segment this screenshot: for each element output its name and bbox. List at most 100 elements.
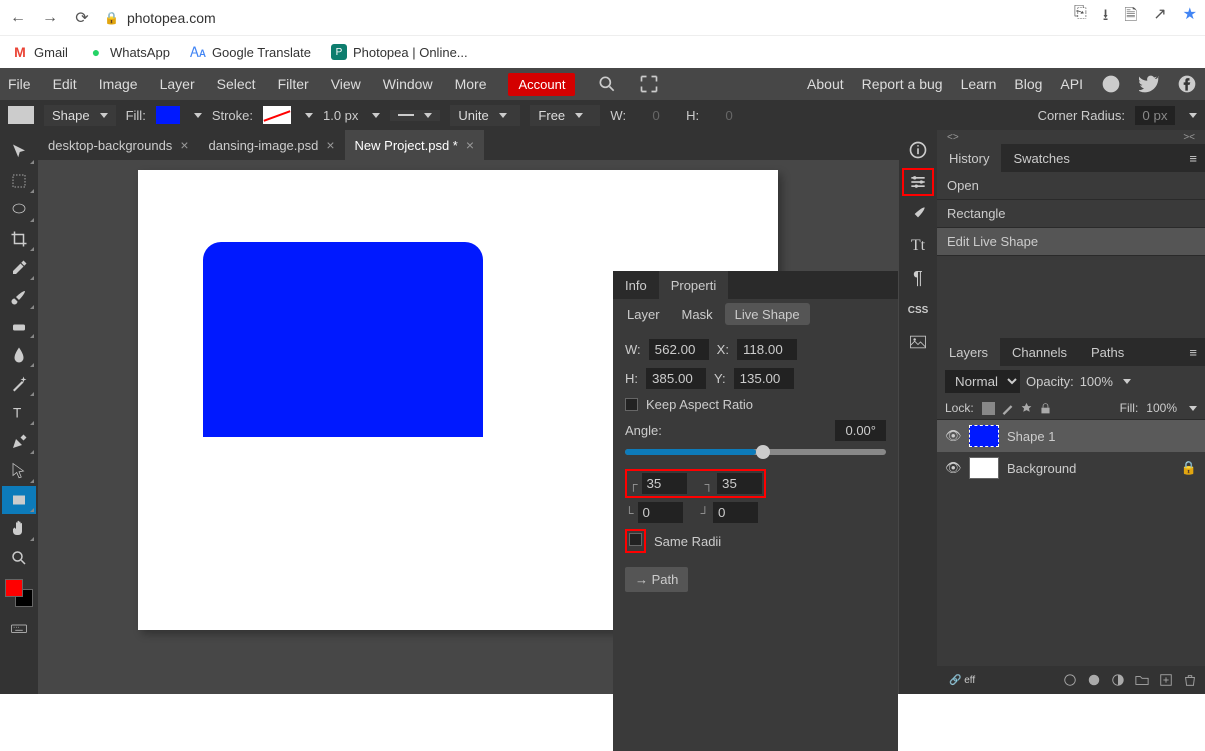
radius-bl-input[interactable]	[638, 502, 683, 523]
tab-desktop-backgrounds[interactable]: desktop-backgrounds×	[38, 130, 199, 160]
menu-view[interactable]: View	[331, 76, 361, 92]
tab-properties[interactable]: Properti	[659, 271, 729, 299]
shape-mode-select[interactable]: Shape	[44, 105, 116, 126]
layer-background[interactable]: 👁 Background 🔒	[937, 452, 1205, 484]
fullscreen-icon[interactable]	[639, 74, 659, 94]
close-icon[interactable]: ×	[326, 137, 334, 153]
keyboard-icon[interactable]	[2, 614, 36, 642]
angle-value[interactable]: 0.00°	[835, 420, 886, 441]
pen-tool[interactable]	[2, 428, 36, 456]
eyedropper-tool[interactable]	[2, 254, 36, 282]
keep-ratio-checkbox[interactable]	[625, 398, 638, 411]
image-panel-icon[interactable]	[902, 328, 934, 356]
panel-menu-icon[interactable]: ≡	[1181, 151, 1205, 166]
foreground-color-swatch[interactable]	[5, 579, 23, 597]
bookmark-translate[interactable]: 🗛Google Translate	[190, 44, 311, 60]
wand-tool[interactable]	[2, 370, 36, 398]
combine-select[interactable]: Unite	[450, 105, 520, 126]
subtab-live-shape[interactable]: Live Shape	[725, 303, 810, 325]
fill-value[interactable]: 100%	[1146, 401, 1177, 415]
delete-icon[interactable]	[1183, 673, 1197, 687]
bookmark-photopea[interactable]: PPhotopea | Online...	[331, 44, 468, 60]
lock-pixels-icon[interactable]	[1001, 402, 1014, 415]
tab-new-project[interactable]: New Project.psd *×	[345, 130, 485, 160]
radius-tl-input[interactable]	[642, 473, 687, 494]
visibility-icon[interactable]: 👁	[945, 428, 961, 444]
stroke-style-select[interactable]	[390, 110, 440, 121]
height-input[interactable]	[709, 106, 749, 125]
panel-menu-icon[interactable]: ≡	[1181, 345, 1205, 360]
marquee-tool[interactable]	[2, 167, 36, 195]
prop-x-input[interactable]	[737, 339, 797, 360]
menu-more[interactable]: More	[455, 76, 487, 92]
adjustments-icon[interactable]	[902, 168, 934, 196]
new-layer-icon[interactable]	[1159, 673, 1173, 687]
menu-about[interactable]: About	[807, 76, 844, 92]
character-icon[interactable]: Tt	[902, 232, 934, 260]
lock-icon[interactable]: 🔒	[1181, 460, 1197, 476]
hand-tool[interactable]	[2, 515, 36, 543]
align-select[interactable]: Free	[530, 105, 600, 126]
tab-info[interactable]: Info	[613, 271, 659, 299]
url-bar[interactable]: 🔒 photopea.com	[104, 10, 216, 26]
menu-file[interactable]: File	[8, 76, 31, 92]
history-item-edit-live-shape[interactable]: Edit Live Shape	[937, 228, 1205, 256]
tab-swatches[interactable]: Swatches	[1001, 144, 1081, 172]
corner-radius-input[interactable]	[1135, 106, 1175, 125]
bookmark-star-icon[interactable]: ★	[1183, 4, 1197, 31]
angle-slider[interactable]	[625, 449, 886, 455]
crop-tool[interactable]	[2, 225, 36, 253]
stroke-swatch[interactable]	[263, 106, 291, 124]
forward-button[interactable]: →	[40, 8, 60, 28]
reload-button[interactable]: ⟳	[72, 8, 92, 28]
tab-layers[interactable]: Layers	[937, 338, 1000, 366]
zoom-tool[interactable]	[2, 544, 36, 572]
subtab-layer[interactable]: Layer	[617, 303, 670, 325]
width-input[interactable]	[636, 106, 676, 125]
menu-api[interactable]: API	[1060, 76, 1083, 92]
reddit-icon[interactable]	[1101, 74, 1121, 94]
subtab-mask[interactable]: Mask	[672, 303, 723, 325]
folder-icon[interactable]	[1135, 673, 1149, 687]
menu-window[interactable]: Window	[383, 76, 433, 92]
back-button[interactable]: ←	[8, 8, 28, 28]
menu-image[interactable]: Image	[99, 76, 138, 92]
radius-tr-input[interactable]	[717, 473, 762, 494]
newdoc-icon[interactable]: 🗎	[1124, 4, 1137, 31]
path-select-tool[interactable]	[2, 457, 36, 485]
close-icon[interactable]: ×	[180, 137, 188, 153]
account-button[interactable]: Account	[508, 73, 575, 96]
history-item-open[interactable]: Open	[937, 172, 1205, 200]
blur-tool[interactable]	[2, 341, 36, 369]
css-icon[interactable]: CSS	[902, 296, 934, 324]
footer-link-icon[interactable]: 🔗 eff	[945, 675, 975, 686]
same-radii-checkbox[interactable]	[629, 533, 642, 546]
adjustment-layer-icon[interactable]	[1111, 673, 1125, 687]
search-icon[interactable]	[597, 74, 617, 94]
rectangle-tool[interactable]	[2, 486, 36, 514]
eraser-tool[interactable]	[2, 312, 36, 340]
share-icon[interactable]: ↗	[1153, 4, 1166, 31]
layer-shape-1[interactable]: 👁 Shape 1	[937, 420, 1205, 452]
menu-blog[interactable]: Blog	[1014, 76, 1042, 92]
move-tool[interactable]	[2, 138, 36, 166]
lasso-tool[interactable]	[2, 196, 36, 224]
opacity-value[interactable]: 100%	[1080, 374, 1113, 389]
menu-select[interactable]: Select	[217, 76, 256, 92]
menu-filter[interactable]: Filter	[278, 76, 309, 92]
prop-width-input[interactable]	[649, 339, 709, 360]
to-path-button[interactable]: → Path	[625, 567, 688, 592]
download-icon[interactable]: ⭳	[1103, 4, 1109, 31]
lock-position-icon[interactable]	[1020, 402, 1033, 415]
bookmark-whatsapp[interactable]: ●WhatsApp	[88, 44, 170, 60]
lock-transparent-icon[interactable]	[982, 402, 995, 415]
brush-tool[interactable]	[2, 283, 36, 311]
menu-learn[interactable]: Learn	[961, 76, 997, 92]
menu-layer[interactable]: Layer	[160, 76, 195, 92]
menu-edit[interactable]: Edit	[53, 76, 77, 92]
visibility-icon[interactable]: 👁	[945, 460, 961, 476]
paragraph-icon[interactable]: ¶	[902, 264, 934, 292]
prop-height-input[interactable]	[646, 368, 706, 389]
tab-channels[interactable]: Channels	[1000, 338, 1079, 366]
tab-history[interactable]: History	[937, 144, 1001, 172]
